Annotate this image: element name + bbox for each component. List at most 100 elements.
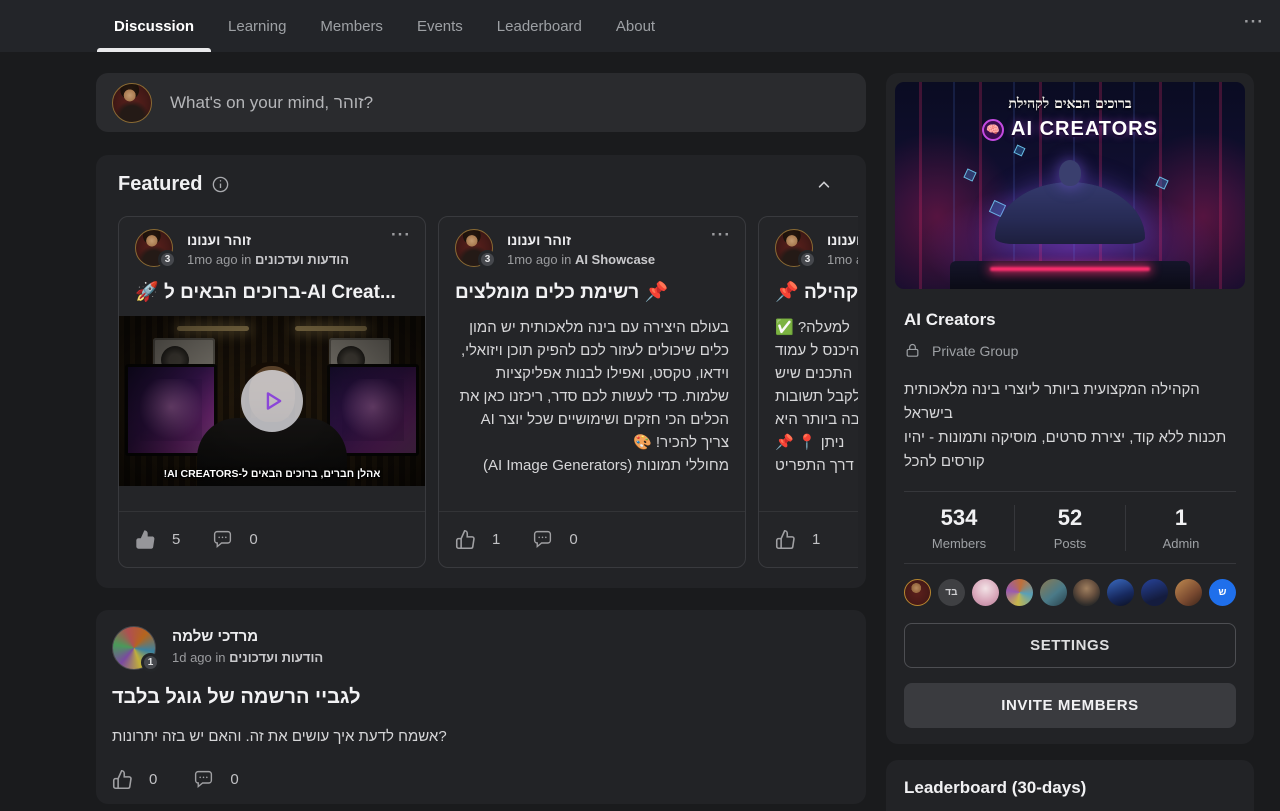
like-button[interactable]: 1 [775, 529, 820, 550]
post-body: למעלה? ✅ היכנס ל עמוד התכנים שיש לקבל תש… [759, 316, 858, 477]
post-footer: 1 [759, 511, 858, 567]
post-composer[interactable]: What's on your mind, זוהר? [96, 73, 866, 132]
comment-button[interactable]: 0 [193, 769, 238, 790]
member-avatar[interactable]: ש [1209, 579, 1236, 606]
tab-label: Events [417, 18, 463, 35]
member-avatar[interactable] [972, 579, 999, 606]
group-privacy: Private Group [904, 342, 1236, 359]
group-banner-image: ברוכים הבאים לקהילת 🧠 AI CREATORS [895, 82, 1245, 289]
member-avatar[interactable] [1141, 579, 1168, 606]
banner-desk [950, 261, 1190, 289]
member-avatar[interactable] [1175, 579, 1202, 606]
featured-carousel: 3 זוהר וענונו 1mo ago in הודעות ועדכונים… [118, 216, 858, 568]
play-button[interactable] [241, 370, 303, 432]
post-meta: 1mo ago in AI Showcase [507, 252, 655, 267]
post-title[interactable]: 🚀 ברוכים הבאים ל-AI Creat... [119, 280, 425, 304]
post-header: 3 זוהר וענונו 1mo ago in הודעות ועדכונים [119, 217, 425, 267]
post-menu-icon[interactable]: ··· [391, 225, 411, 245]
meta-time: 1mo ago in [827, 252, 858, 267]
current-user-avatar[interactable] [112, 83, 152, 123]
post-menu-icon[interactable]: ··· [1244, 12, 1264, 32]
comment-button[interactable]: 0 [532, 529, 577, 550]
member-avatar[interactable] [1040, 579, 1067, 606]
meta-time: 1mo ago in [507, 252, 575, 267]
meta-time: 1d ago in [172, 650, 229, 665]
author-name[interactable]: מרדכי שלמה [172, 626, 323, 645]
lock-icon [904, 342, 921, 359]
banner-brand-name: AI CREATORS [1011, 118, 1158, 141]
settings-button[interactable]: SETTINGS [904, 623, 1236, 668]
leaderboard-card: Leaderboard (30-days) [886, 760, 1254, 811]
thumbs-up-icon [455, 529, 476, 550]
post-title[interactable]: לגביי הרשמה של גוגל בלבד [112, 686, 850, 709]
level-badge: 3 [478, 250, 497, 269]
comment-icon [193, 769, 214, 790]
post-menu-icon[interactable]: ··· [711, 225, 731, 245]
comment-button[interactable]: 0 [212, 529, 257, 550]
stat-label: Members [904, 536, 1014, 551]
featured-post-card-1[interactable]: 3 זוהר וענונו 1mo ago in הודעות ועדכונים… [118, 216, 426, 568]
member-avatar[interactable] [904, 579, 931, 606]
tab-discussion[interactable]: Discussion [97, 0, 211, 52]
member-avatar[interactable] [1006, 579, 1033, 606]
group-info-card: ברוכים הבאים לקהילת 🧠 AI CREATORS AI Cre… [886, 73, 1254, 744]
author-avatar[interactable]: 3 [135, 229, 173, 267]
post-body: בעולם היצירה עם בינה מלאכותית יש המון כל… [439, 316, 745, 477]
like-button[interactable]: 1 [455, 529, 500, 550]
like-count: 1 [812, 531, 820, 548]
tab-learning[interactable]: Learning [211, 0, 303, 52]
post-header: 3 זוהר וענונו 1mo ago in [759, 217, 858, 267]
thumbs-up-icon [135, 529, 156, 550]
video-caption: אהלן חברים, ברוכים הבאים ל-AI CREATORS! [119, 468, 425, 480]
author-name[interactable]: זוהר וענונו [187, 229, 349, 248]
comment-icon [532, 529, 553, 550]
author-avatar[interactable]: 3 [455, 229, 493, 267]
meta-category[interactable]: הודעות ועדכונים [229, 650, 323, 665]
like-count: 1 [492, 531, 500, 548]
meta-category[interactable]: AI Showcase [575, 252, 655, 267]
comment-count: 0 [569, 531, 577, 548]
author-avatar[interactable]: 3 [775, 229, 813, 267]
like-button[interactable]: 5 [135, 529, 180, 550]
tab-about[interactable]: About [599, 0, 672, 52]
feed-post[interactable]: 1 מרדכי שלמה 1d ago in הודעות ועדכונים ·… [96, 610, 866, 804]
post-footer: 1 0 [439, 511, 745, 567]
featured-section: Featured [96, 155, 866, 588]
author-name[interactable]: זוהר וענונו [827, 229, 858, 248]
featured-post-card-3[interactable]: 3 זוהר וענונו 1mo ago in ··· 📌 קהילה למע… [758, 216, 858, 568]
tab-label: Members [320, 18, 383, 35]
author-name[interactable]: זוהר וענונו [507, 229, 655, 248]
video-thumbnail[interactable]: אהלן חברים, ברוכים הבאים ל-AI CREATORS! [119, 316, 425, 486]
chevron-up-icon[interactable] [816, 177, 832, 193]
meta-time: 1mo ago in [187, 252, 255, 267]
level-badge: 3 [158, 250, 177, 269]
member-avatar[interactable] [1107, 579, 1134, 606]
like-count: 5 [172, 531, 180, 548]
featured-header: Featured [118, 173, 858, 196]
stat-value: 1 [1126, 505, 1236, 531]
info-icon[interactable] [211, 175, 230, 194]
member-avatar[interactable] [1073, 579, 1100, 606]
tab-label: Leaderboard [497, 18, 582, 35]
group-name: AI Creators [904, 310, 1236, 330]
invite-members-button[interactable]: INVITE MEMBERS [904, 683, 1236, 728]
tab-members[interactable]: Members [303, 0, 400, 52]
comment-count: 0 [249, 531, 257, 548]
post-footer: 0 0 [112, 769, 850, 790]
member-avatar[interactable]: בד [938, 579, 965, 606]
level-badge: 3 [798, 250, 817, 269]
post-title[interactable]: 📌 קהילה [759, 280, 858, 304]
thumbs-up-icon [775, 529, 796, 550]
brain-logo-icon: 🧠 [982, 119, 1004, 141]
like-button[interactable]: 0 [112, 769, 157, 790]
meta-category[interactable]: הודעות ועדכונים [255, 252, 349, 267]
author-avatar[interactable]: 1 [112, 626, 156, 670]
tab-leaderboard[interactable]: Leaderboard [480, 0, 599, 52]
featured-post-card-2[interactable]: 3 זוהר וענונו 1mo ago in AI Showcase ···… [438, 216, 746, 568]
composer-placeholder: What's on your mind, זוהר? [170, 93, 373, 113]
privacy-label: Private Group [932, 343, 1018, 359]
tab-events[interactable]: Events [400, 0, 480, 52]
banner-text: ברוכים הבאים לקהילת 🧠 AI CREATORS [895, 96, 1245, 141]
comment-icon [212, 529, 233, 550]
post-title[interactable]: רשימת כלים מומלצים 📌 [439, 280, 745, 304]
